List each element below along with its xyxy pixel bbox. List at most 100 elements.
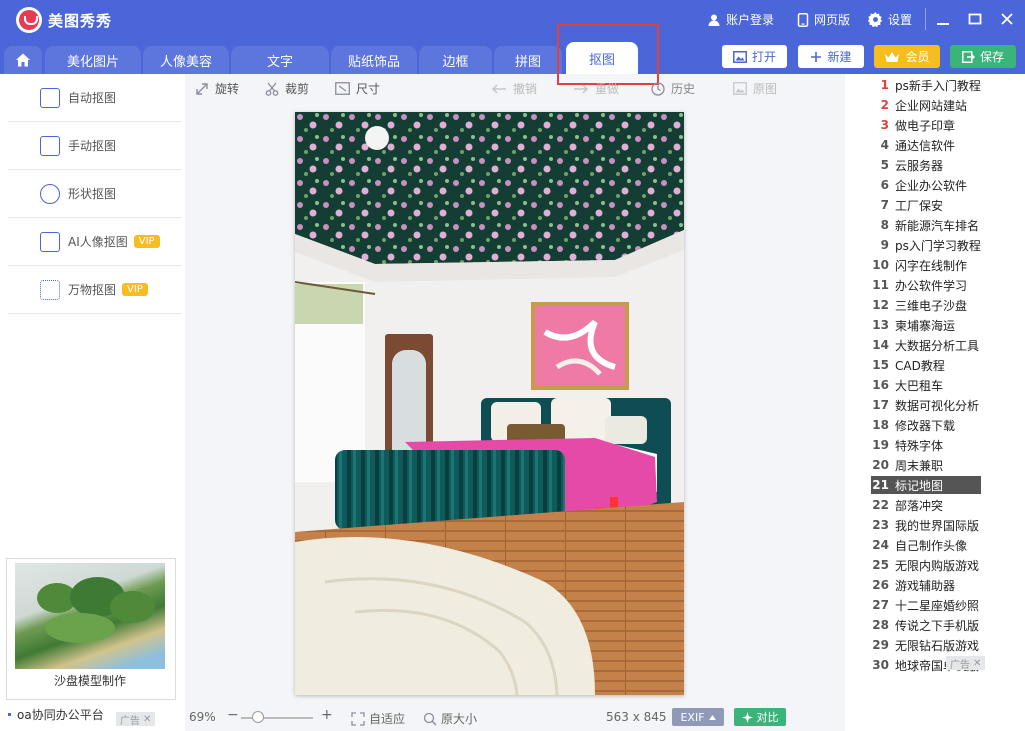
web-version-button[interactable]: 网页版 xyxy=(797,11,850,28)
redo-button[interactable]: 重做 xyxy=(573,80,619,97)
hot-search-item[interactable]: 22 部落冲突 xyxy=(871,496,981,514)
ad-tag[interactable]: 广告 ✕ xyxy=(116,712,156,727)
new-label: 新建 xyxy=(827,50,852,64)
rotate-button[interactable]: 旋转 xyxy=(195,80,239,97)
hot-search-item[interactable]: 4 通达信软件 xyxy=(871,136,981,154)
zoom-slider-thumb[interactable] xyxy=(252,711,264,723)
open-button[interactable]: 打开 xyxy=(722,45,787,68)
rank-number: 17 xyxy=(872,398,889,412)
actual-size-label: 原大小 xyxy=(441,712,478,726)
hot-search-item[interactable]: 15 CAD教程 xyxy=(871,356,981,374)
manual-cutout-item[interactable]: 手动抠图 xyxy=(8,122,182,170)
shape-cutout-label: 形状抠图 xyxy=(68,187,117,201)
original-button[interactable]: 原图 xyxy=(733,80,777,97)
tab-text[interactable]: 文字 xyxy=(231,46,329,74)
settings-button[interactable]: 设置 xyxy=(868,11,912,28)
hot-search-item[interactable]: 12 三维电子沙盘 xyxy=(871,296,981,314)
hot-search-item[interactable]: 9 ps入门学习教程 xyxy=(871,236,981,254)
shape-cutout-item[interactable]: 形状抠图 xyxy=(8,170,182,218)
tab-frames[interactable]: 边框 xyxy=(419,46,492,74)
auto-cutout-label: 自动抠图 xyxy=(68,91,117,105)
rank-number: 6 xyxy=(880,178,889,192)
hot-search-item[interactable]: 28 传说之下手机版 xyxy=(871,616,981,634)
ai-portrait-cutout-item[interactable]: AI人像抠图 VIP xyxy=(8,218,182,266)
hot-search-item[interactable]: 20 周末兼职 xyxy=(871,456,981,474)
bedroom-photo xyxy=(295,112,684,695)
compare-button[interactable]: 对比 xyxy=(734,708,786,726)
hot-search-item[interactable]: 14 大数据分析工具 xyxy=(871,336,981,354)
rank-number: 3 xyxy=(880,118,889,132)
hot-search-item[interactable]: 18 修改器下载 xyxy=(871,416,981,434)
minimize-icon xyxy=(937,23,949,25)
edited-photo[interactable] xyxy=(295,112,684,695)
rank-number: 4 xyxy=(880,138,889,152)
tab-home[interactable] xyxy=(4,46,42,74)
minimize-button[interactable] xyxy=(933,8,953,30)
hot-search-item[interactable]: 7 工厂保安 xyxy=(871,196,981,214)
hot-search-item[interactable]: 3 做电子印章 xyxy=(871,116,981,134)
rank-number: 21 xyxy=(872,478,889,492)
rank-number: 16 xyxy=(872,378,889,392)
crown-icon xyxy=(885,51,900,62)
login-button[interactable]: 账户登录 xyxy=(707,11,774,28)
hot-search-item[interactable]: 29 无限钻石版游戏 xyxy=(871,636,981,654)
hot-search-item[interactable]: 10 闪字在线制作 xyxy=(871,256,981,274)
hot-search-item[interactable]: 11 办公软件学习 xyxy=(871,276,981,294)
exif-button[interactable]: EXIF xyxy=(672,708,724,726)
maximize-button[interactable] xyxy=(965,8,985,30)
object-cutout-item[interactable]: 万物抠图 VIP xyxy=(8,266,182,314)
zoom-out-button[interactable]: − xyxy=(227,707,239,723)
rank-number: 9 xyxy=(880,238,889,252)
ad-banner[interactable]: 沙盘模型制作 xyxy=(6,558,176,700)
hot-search-item[interactable]: 25 无限内购版游戏 xyxy=(871,556,981,574)
hot-search-item[interactable]: 26 游戏辅助器 xyxy=(871,576,981,594)
hot-search-item[interactable]: 21 标记地图 xyxy=(871,476,981,494)
ad-text-link[interactable]: oa协同办公平台 xyxy=(8,706,104,723)
vip-badge: VIP xyxy=(133,235,160,248)
undo-button[interactable]: 撤销 xyxy=(491,80,537,97)
zoom-in-button[interactable]: + xyxy=(321,707,333,723)
hot-search-item[interactable]: 13 柬埔寨海运 xyxy=(871,316,981,334)
close-button[interactable] xyxy=(997,8,1017,30)
rank-label: 修改器下载 xyxy=(895,418,956,433)
hot-search-item[interactable]: 23 我的世界国际版 xyxy=(871,516,981,534)
actual-size-button[interactable]: 原大小 xyxy=(423,710,477,727)
size-button[interactable]: 尺寸 xyxy=(335,80,380,97)
close-icon[interactable]: ✕ xyxy=(973,658,981,669)
hot-search-item[interactable]: 1 ps新手入门教程 xyxy=(871,76,981,94)
tab-stickers[interactable]: 贴纸饰品 xyxy=(331,46,417,74)
save-button[interactable]: 保存 xyxy=(950,45,1016,68)
hot-search-item[interactable]: 19 特殊字体 xyxy=(871,436,981,454)
crop-button[interactable]: 裁剪 xyxy=(265,80,309,97)
close-icon[interactable]: ✕ xyxy=(143,714,151,725)
status-bar: 69% − + 自适应 原大小 563 x 845 EXIF 对比 xyxy=(185,704,845,731)
fit-button[interactable]: 自适应 xyxy=(351,710,405,727)
tab-portrait[interactable]: 人像美容 xyxy=(143,46,229,74)
tab-beautify[interactable]: 美化图片 xyxy=(45,46,141,74)
canvas-area[interactable] xyxy=(185,104,845,704)
history-button[interactable]: 历史 xyxy=(651,80,695,97)
tab-collage[interactable]: 拼图 xyxy=(494,46,562,74)
auto-cutout-item[interactable]: 自动抠图 xyxy=(8,74,182,122)
hot-search-item[interactable]: 6 企业办公软件 xyxy=(871,176,981,194)
hot-search-item[interactable]: 17 数据可视化分析 xyxy=(871,396,981,414)
manual-cutout-icon xyxy=(40,135,60,156)
plus-icon xyxy=(811,51,822,62)
rank-label: 标记地图 xyxy=(895,478,944,493)
rank-label: 大巴租车 xyxy=(895,378,944,393)
new-button[interactable]: 新建 xyxy=(798,45,864,68)
rank-label: 办公软件学习 xyxy=(895,278,968,293)
hot-search-item[interactable]: 27 十二星座婚纱照 xyxy=(871,596,981,614)
hot-search-item[interactable]: 16 大巴租车 xyxy=(871,376,981,394)
hot-search-item[interactable]: 5 云服务器 xyxy=(871,156,981,174)
ad-tag[interactable]: 广告 ✕ xyxy=(946,656,986,671)
hot-search-item[interactable]: 2 企业网站建站 xyxy=(871,96,981,114)
vip-badge: VIP xyxy=(122,283,148,296)
undo-label: 撤销 xyxy=(513,82,538,96)
hot-search-item[interactable]: 8 新能源汽车排名 xyxy=(871,216,981,234)
tab-cutout[interactable]: 抠图 xyxy=(566,42,638,74)
vip-button[interactable]: 会员 xyxy=(874,45,940,68)
rank-number: 28 xyxy=(872,618,889,632)
hot-search-item[interactable]: 24 自己制作头像 xyxy=(871,536,981,554)
rank-label: ps新手入门教程 xyxy=(895,78,981,93)
